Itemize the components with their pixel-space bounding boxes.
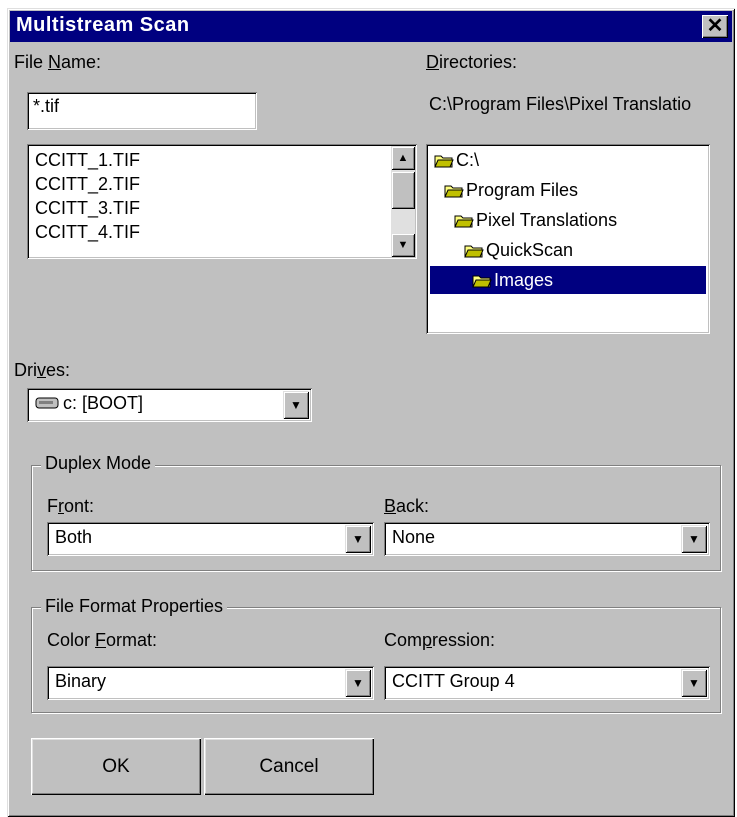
open-folder-icon [454,215,474,228]
list-item[interactable]: CCITT_4.TIF [27,220,417,244]
chevron-down-icon[interactable]: ▼ [283,391,309,419]
ok-button[interactable]: OK [31,738,201,795]
chevron-down-icon[interactable]: ▼ [681,669,707,697]
list-item[interactable]: CCITT_2.TIF [27,172,417,196]
file-name-input[interactable]: *.tif [27,92,257,130]
directory-item[interactable]: C:\ [434,146,479,174]
list-item[interactable]: CCITT_1.TIF [27,148,417,172]
chevron-down-icon[interactable]: ▼ [345,525,371,553]
open-folder-icon [444,185,464,198]
drives-value: c: [BOOT] [63,393,144,413]
color-format-label: Color Format: [47,630,158,650]
list-item[interactable]: CCITT_3.TIF [27,196,417,220]
front-value: Both [55,527,93,547]
file-name-label: File Name: [14,52,102,72]
drive-icon [35,397,59,409]
directory-tree[interactable]: C:\ Program Files Pixel Translations Qui… [426,144,710,334]
compression-value: CCITT Group 4 [392,671,515,691]
window-title: Multistream Scan [16,14,190,36]
back-label: Back: [384,496,430,516]
drives-dropdown[interactable]: c: [BOOT] ▼ [27,388,312,422]
color-format-dropdown[interactable]: Binary ▼ [47,666,374,700]
scroll-thumb[interactable] [391,171,415,209]
open-folder-icon [464,245,484,258]
compression-label: Compression: [384,630,496,650]
front-label: Front: [47,496,95,516]
compression-dropdown[interactable]: CCITT Group 4 ▼ [384,666,710,700]
file-list-scrollbar[interactable]: ▲ ▼ [391,146,415,257]
directory-item-selected[interactable]: Images [429,265,707,295]
directories-label: Directories: [426,52,518,72]
chevron-down-icon[interactable]: ▼ [345,669,371,697]
title-bar[interactable]: Multistream Scan ✕ [10,11,732,42]
duplex-mode-legend: Duplex Mode [41,453,156,474]
close-button[interactable]: ✕ [702,15,728,38]
cancel-button[interactable]: Cancel [204,738,374,795]
chevron-down-icon[interactable]: ▼ [681,525,707,553]
current-directory-path: C:\Program Files\Pixel Translatio [429,94,692,114]
scroll-down-button[interactable]: ▼ [391,233,415,257]
multistream-scan-dialog: Multistream Scan ✕ File Name: *.tif CCIT… [7,8,735,817]
open-folder-icon [472,275,492,288]
directory-item[interactable]: QuickScan [464,236,573,264]
back-dropdown[interactable]: None ▼ [384,522,710,556]
file-list[interactable]: CCITT_1.TIF CCITT_2.TIF CCITT_3.TIF CCIT… [27,144,417,259]
front-dropdown[interactable]: Both ▼ [47,522,374,556]
open-folder-icon [434,155,454,168]
back-value: None [392,527,436,547]
directory-item[interactable]: Program Files [444,176,578,204]
scroll-up-button[interactable]: ▲ [391,146,415,170]
color-format-value: Binary [55,671,107,691]
close-icon: ✕ [706,15,724,37]
file-format-legend: File Format Properties [41,596,228,617]
drives-label: Drives: [14,360,71,380]
directory-item[interactable]: Pixel Translations [454,206,617,234]
